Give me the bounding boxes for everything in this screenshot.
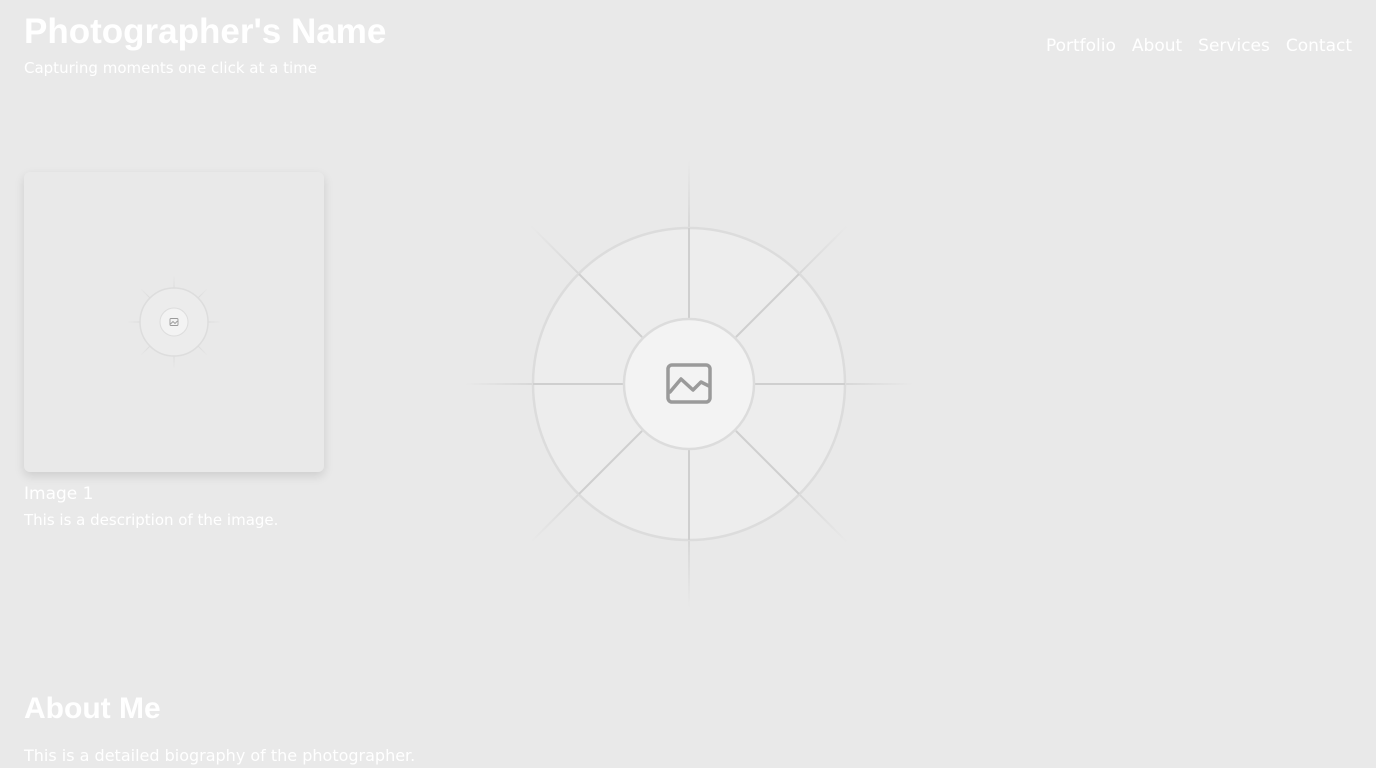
- nav-link-about[interactable]: About: [1132, 34, 1182, 58]
- site-title: Photographer's Name: [24, 12, 387, 51]
- portfolio-page: Photographer's Name Capturing moments on…: [0, 0, 1376, 768]
- image-placeholder-icon: [465, 160, 913, 608]
- nav-link-contact[interactable]: Contact: [1286, 34, 1352, 58]
- gallery-item-description: This is a description of the image.: [24, 511, 279, 529]
- image-placeholder-icon: [128, 276, 220, 368]
- about-heading: About Me: [24, 692, 161, 725]
- large-image-placeholder: [465, 160, 913, 608]
- nav-link-portfolio[interactable]: Portfolio: [1046, 34, 1116, 58]
- main-nav: Portfolio About Services Contact: [1046, 34, 1352, 58]
- about-text: This is a detailed biography of the phot…: [24, 746, 416, 765]
- site-tagline: Capturing moments one click at a time: [24, 59, 317, 77]
- gallery-image[interactable]: [24, 172, 324, 472]
- gallery-item-title: Image 1: [24, 484, 94, 504]
- nav-link-services[interactable]: Services: [1198, 34, 1270, 58]
